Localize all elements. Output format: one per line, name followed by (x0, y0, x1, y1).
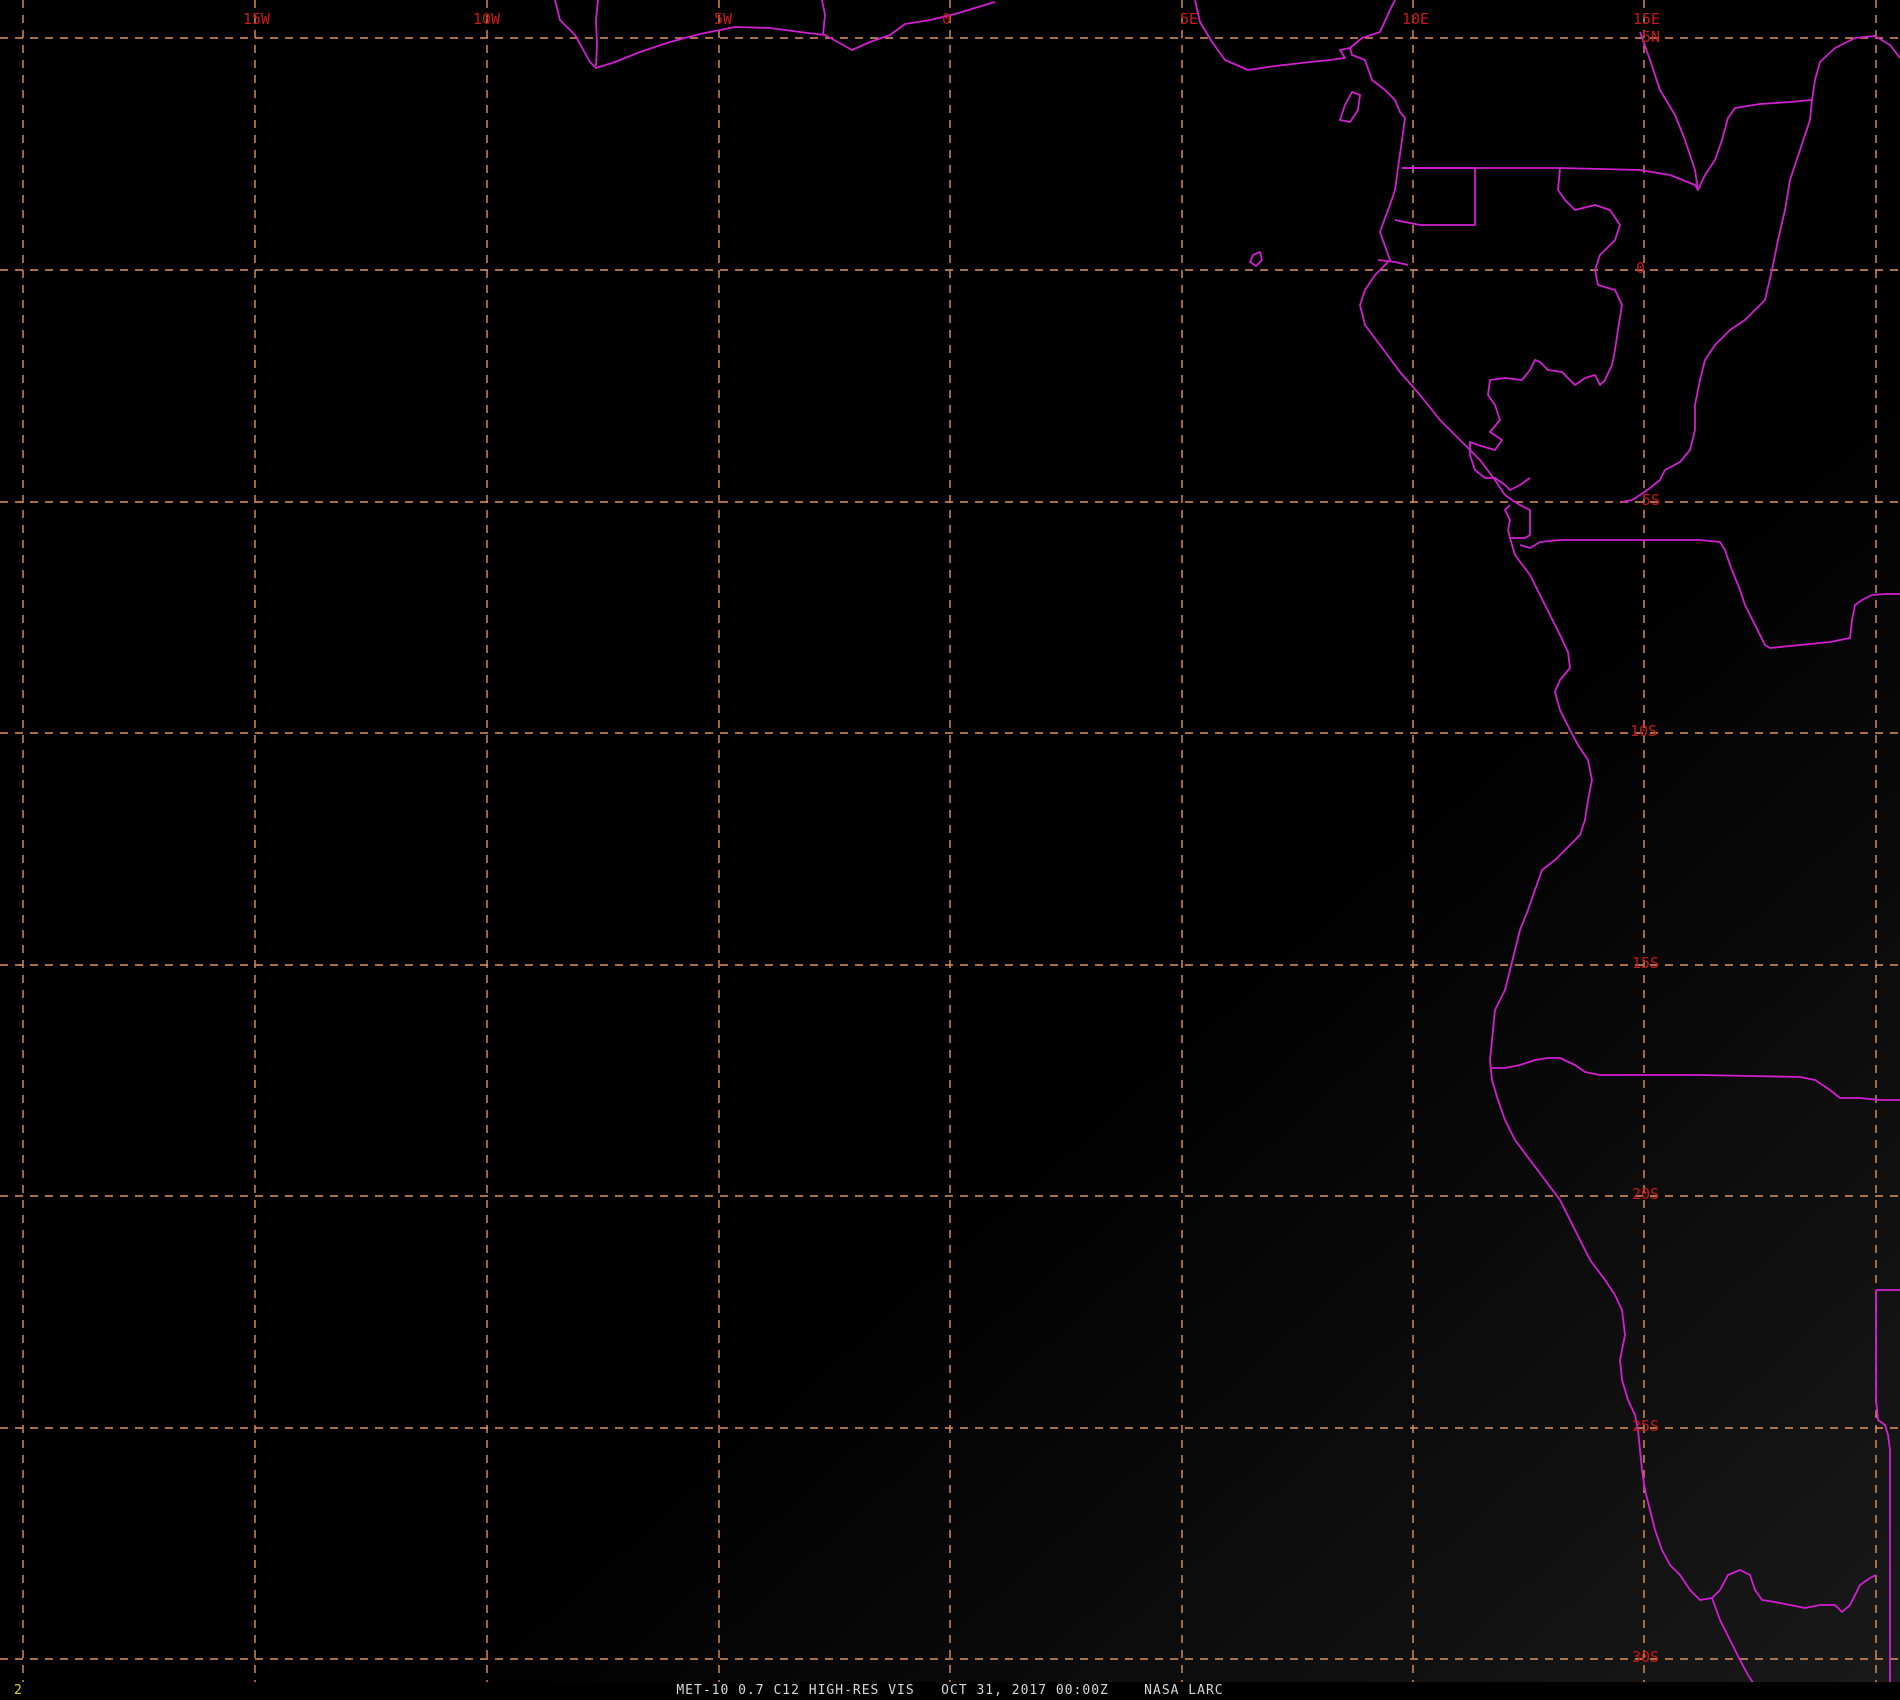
image-caption: MET-10 0.7 C12 HIGH-RES VIS OCT 31, 2017… (676, 1683, 1224, 1698)
lat-label-20s: 20S (1632, 1185, 1659, 1203)
lat-label-5n: 5N (1642, 28, 1660, 46)
lon-label-15w: 15W (243, 10, 271, 28)
lat-label-25s: 25S (1632, 1417, 1659, 1435)
lat-label-15s: 15S (1632, 954, 1659, 972)
lon-label-0: 0 (942, 10, 951, 28)
lat-label-0: 0 (1636, 259, 1645, 277)
lon-label-5e: 5E (1180, 10, 1198, 28)
footer-bar: 2 MET-10 0.7 C12 HIGH-RES VIS OCT 31, 20… (0, 1682, 1900, 1700)
lon-label-10e: 10E (1402, 10, 1429, 28)
lat-label-5s: 5S (1642, 491, 1660, 509)
lat-label-10s: 10S (1630, 722, 1657, 740)
satellite-map: 15W 10W 5W 0 5E 10E 15E 5N 0 5S 10S 15S … (0, 0, 1900, 1700)
lon-label-5w: 5W (714, 10, 733, 28)
lon-label-10w: 10W (473, 10, 501, 28)
lat-label-30s: 30S (1632, 1648, 1659, 1666)
lon-label-15e: 15E (1633, 10, 1660, 28)
